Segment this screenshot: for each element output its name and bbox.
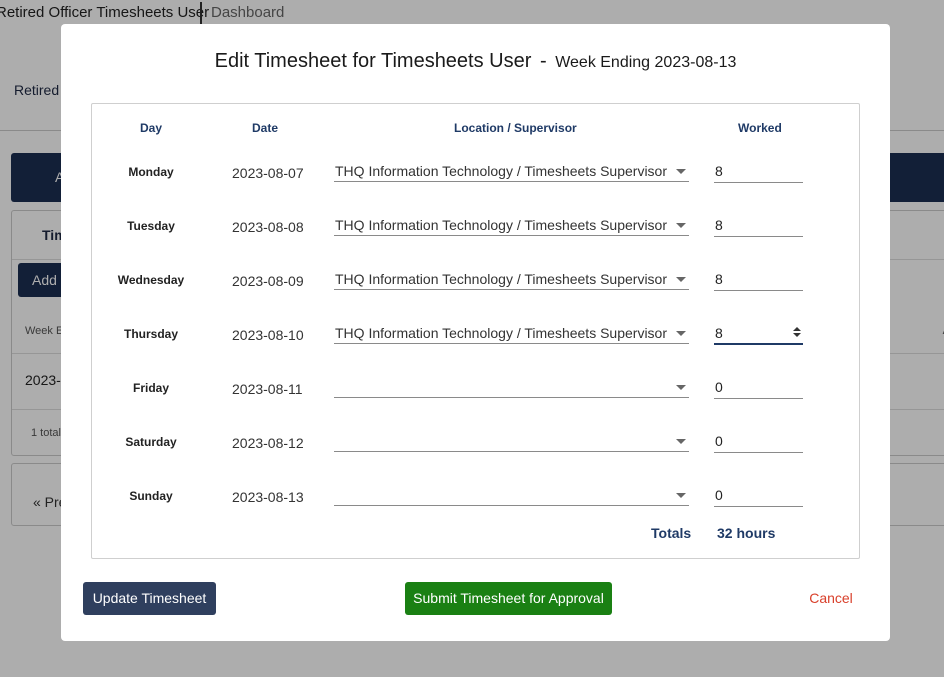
caret-down-icon [676,331,686,336]
caret-down-icon [676,493,686,498]
table-row: Thursday 2023-08-10 THQ Information Tech… [92,317,861,357]
date-label: 2023-08-08 [232,219,304,235]
worked-value: 8 [715,325,723,341]
location-select[interactable]: THQ Information Technology / Timesheets … [334,263,689,290]
day-label: Friday [132,381,169,395]
header-day: Day [140,121,163,135]
day-label: Sunday [129,489,173,503]
edit-timesheet-modal: Edit Timesheet for Timesheets User - Wee… [61,24,890,641]
modal-title-main: Edit Timesheet for Timesheets User [214,50,532,72]
caret-down-icon [676,169,686,174]
caret-down-icon [676,385,686,390]
submit-timesheet-button[interactable]: Submit Timesheet for Approval [405,582,612,615]
date-label: 2023-08-09 [232,273,304,289]
spinner-icon[interactable] [793,327,801,339]
worked-value: 8 [715,271,723,287]
date-label: 2023-08-13 [232,489,304,505]
table-row: Saturday 2023-08-12 0 [92,425,861,465]
worked-value: 0 [715,487,723,503]
update-timesheet-button[interactable]: Update Timesheet [83,582,216,615]
caret-down-icon [676,223,686,228]
worked-input[interactable]: 8 [714,155,803,183]
day-label: Wednesday [117,273,185,287]
location-select[interactable]: THQ Information Technology / Timesheets … [334,155,689,182]
date-label: 2023-08-12 [232,435,304,451]
worked-input[interactable]: 0 [714,425,803,453]
date-label: 2023-08-11 [232,381,303,397]
worked-value: 0 [715,379,723,395]
table-row: Monday 2023-08-07 THQ Information Techno… [92,155,861,195]
location-value: THQ Information Technology / Timesheets … [335,271,668,287]
day-label: Monday [128,165,174,179]
worked-value: 8 [715,163,723,179]
location-value: THQ Information Technology / Timesheets … [335,163,668,179]
table-row: Wednesday 2023-08-09 THQ Information Tec… [92,263,861,303]
day-label: Thursday [123,327,178,341]
header-date: Date [252,121,279,135]
header-worked: Worked [738,121,782,135]
worked-value: 8 [715,217,723,233]
location-value: THQ Information Technology / Timesheets … [335,325,668,341]
location-select[interactable] [334,425,689,452]
totals-label: Totals [651,525,692,541]
timesheet-table: Day Date Location / Supervisor Worked Mo… [91,103,860,559]
table-row: Friday 2023-08-11 0 [92,371,861,411]
modal-title-separator: - [539,50,547,72]
location-select[interactable]: THQ Information Technology / Timesheets … [334,317,689,344]
table-row: Sunday 2023-08-13 0 [92,479,861,519]
date-label: 2023-08-10 [232,327,304,343]
worked-input[interactable]: 0 [714,479,803,507]
table-row: Tuesday 2023-08-08 THQ Information Techn… [92,209,861,249]
worked-input[interactable]: 0 [714,371,803,399]
worked-input[interactable]: 8 [714,317,803,345]
worked-value: 0 [715,433,723,449]
date-label: 2023-08-07 [232,165,304,181]
caret-down-icon [676,439,686,444]
day-label: Saturday [125,435,177,449]
week-ending: Week Ending 2023-08-13 [555,54,737,71]
location-value: THQ Information Technology / Timesheets … [335,217,668,233]
day-label: Tuesday [127,219,175,233]
totals-value: 32 hours [717,525,776,541]
location-select[interactable] [334,479,689,506]
modal-title: Edit Timesheet for Timesheets User - Wee… [61,50,890,73]
worked-input[interactable]: 8 [714,209,803,237]
location-select[interactable]: THQ Information Technology / Timesheets … [334,209,689,236]
location-select[interactable] [334,371,689,398]
caret-down-icon [676,277,686,282]
worked-input[interactable]: 8 [714,263,803,291]
cancel-button[interactable]: Cancel [801,582,861,615]
header-location: Location / Supervisor [454,121,577,135]
